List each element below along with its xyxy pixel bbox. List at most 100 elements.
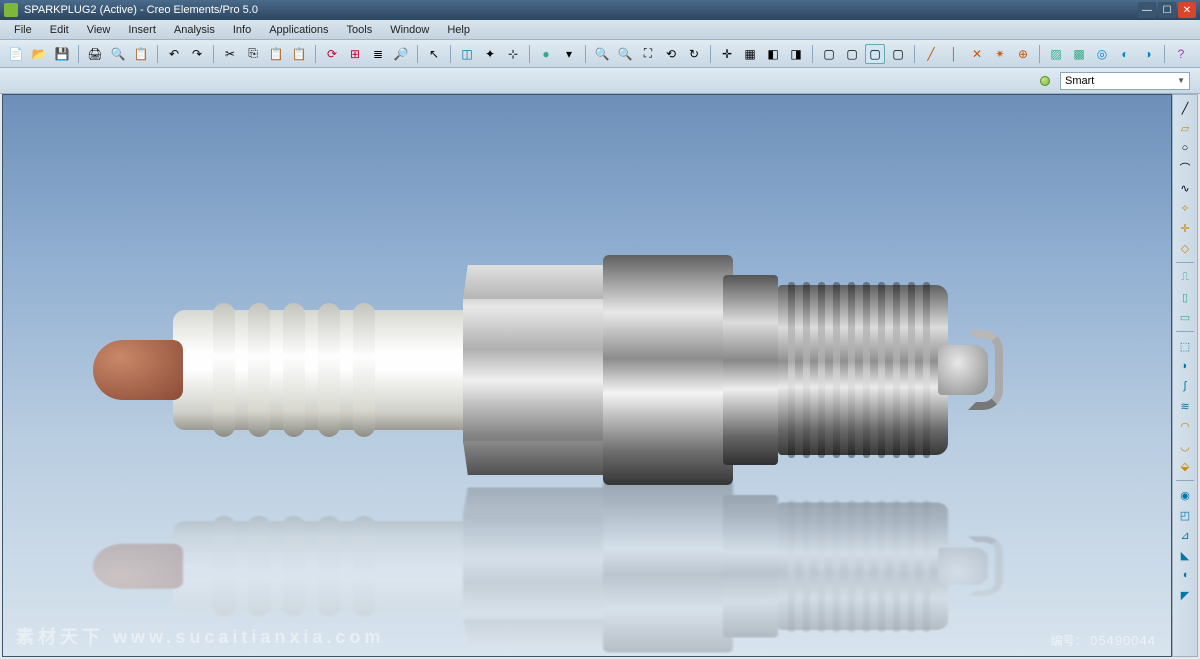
model-viewport[interactable]: [2, 94, 1172, 657]
print-icon[interactable]: 🖨: [85, 44, 105, 64]
model-thread-groove: [893, 282, 900, 458]
open-icon[interactable]: 📂: [29, 44, 49, 64]
axis-disp-icon[interactable]: │: [944, 44, 964, 64]
model-thread-groove: [833, 282, 840, 458]
separator: [1164, 45, 1165, 63]
boundary-icon[interactable]: ⬙: [1175, 457, 1195, 475]
shell-icon[interactable]: ◰: [1175, 506, 1195, 524]
spin-center-icon[interactable]: ✛: [717, 44, 737, 64]
watermark-label: 编号：: [1051, 634, 1087, 648]
offset-edge-icon[interactable]: ⎍: [1175, 268, 1195, 286]
maximize-button[interactable]: ☐: [1158, 2, 1176, 18]
color-appearance-icon[interactable]: ●: [536, 44, 556, 64]
save-view-icon[interactable]: ◨: [786, 44, 806, 64]
plane-icon[interactable]: ◇: [1175, 239, 1195, 257]
zoom-out-icon[interactable]: 🔍: [615, 44, 635, 64]
new-icon[interactable]: 📄: [6, 44, 26, 64]
dropdown-value: Smart: [1065, 75, 1094, 87]
view-refit-icon[interactable]: ◫: [457, 44, 477, 64]
chevron-down-icon: ▼: [1177, 76, 1185, 85]
menu-insert[interactable]: Insert: [120, 22, 164, 38]
revolve-icon[interactable]: ◗: [1175, 357, 1195, 375]
undo-icon[interactable]: ↶: [164, 44, 184, 64]
paste-icon[interactable]: 📋: [266, 44, 286, 64]
style-surf-icon[interactable]: ◡: [1175, 437, 1195, 455]
search-icon[interactable]: 🔎: [391, 44, 411, 64]
datum-planes-icon[interactable]: ✦: [480, 44, 500, 64]
round-icon[interactable]: ◖: [1175, 566, 1195, 584]
menu-view[interactable]: View: [79, 22, 119, 38]
save-icon[interactable]: 💾: [52, 44, 72, 64]
redo-icon[interactable]: ↷: [187, 44, 207, 64]
watermark-right: 编号： 05490044: [1051, 632, 1156, 649]
menu-info[interactable]: Info: [225, 22, 259, 38]
menu-applications[interactable]: Applications: [261, 22, 336, 38]
environment-icon[interactable]: ◐: [1115, 44, 1135, 64]
spline-icon[interactable]: ∿: [1175, 179, 1195, 197]
draft-icon[interactable]: ◣: [1175, 546, 1195, 564]
view-manager-icon[interactable]: ▾: [559, 44, 579, 64]
menu-edit[interactable]: Edit: [42, 22, 77, 38]
coord-sys-icon[interactable]: ✛: [1175, 219, 1195, 237]
render-icon[interactable]: ▨: [1046, 44, 1066, 64]
secondary-bar: Smart ▼: [0, 68, 1200, 94]
page-setup-icon[interactable]: 📋: [131, 44, 151, 64]
window4-icon[interactable]: ▢: [888, 44, 908, 64]
extrude-icon[interactable]: ⬚: [1175, 337, 1195, 355]
print-preview-icon[interactable]: 🔍: [108, 44, 128, 64]
line-icon[interactable]: ╱: [1175, 99, 1195, 117]
separator: [417, 45, 418, 63]
blend-icon[interactable]: ≋: [1175, 397, 1195, 415]
datum-axes-icon[interactable]: ⊹: [503, 44, 523, 64]
style-icon[interactable]: ◧: [763, 44, 783, 64]
rib-icon[interactable]: ⊿: [1175, 526, 1195, 544]
paste-special-icon[interactable]: 📋: [289, 44, 309, 64]
point-disp-icon[interactable]: ✕: [967, 44, 987, 64]
circle-icon[interactable]: ○: [1175, 139, 1195, 157]
model-flange-small: [723, 275, 778, 465]
zoom-in-icon[interactable]: 🔍: [592, 44, 612, 64]
csys-disp-icon[interactable]: ✴: [990, 44, 1010, 64]
selection-filter-dropdown[interactable]: Smart ▼: [1060, 72, 1190, 90]
chamfer-icon[interactable]: ◤: [1175, 586, 1195, 604]
use-edge-icon[interactable]: ▭: [1175, 308, 1195, 326]
regen-icon[interactable]: ⟳: [322, 44, 342, 64]
perspective-icon[interactable]: ◎: [1092, 44, 1112, 64]
arc-icon[interactable]: ⌒: [1175, 159, 1195, 177]
orient-icon[interactable]: ↻: [684, 44, 704, 64]
menu-file[interactable]: File: [6, 22, 40, 38]
point-icon[interactable]: ✧: [1175, 199, 1195, 217]
main-toolbar: 📄 📂 💾 🖨 🔍 📋 ↶ ↷ ✂ ⎘ 📋 📋 ⟳ ⊞ ≣ 🔎 ↖ ◫ ✦ ⊹ …: [0, 40, 1200, 68]
window2-icon[interactable]: ▢: [842, 44, 862, 64]
rectangle-icon[interactable]: ▱: [1175, 119, 1195, 137]
named-views-icon[interactable]: ▦: [740, 44, 760, 64]
layer-icon[interactable]: ≣: [368, 44, 388, 64]
datum-disp-icon[interactable]: ╱: [921, 44, 941, 64]
sweep-icon[interactable]: ∫: [1175, 377, 1195, 395]
separator: [812, 45, 813, 63]
menu-tools[interactable]: Tools: [339, 22, 381, 38]
copy-icon[interactable]: ⎘: [243, 44, 263, 64]
separator: [914, 45, 915, 63]
minimize-button[interactable]: —: [1138, 2, 1156, 18]
close-button[interactable]: ✕: [1178, 2, 1196, 18]
window1-icon[interactable]: ▢: [819, 44, 839, 64]
thicken-icon[interactable]: ▯: [1175, 288, 1195, 306]
repaint-icon[interactable]: ⟲: [661, 44, 681, 64]
window3-icon[interactable]: ▢: [865, 44, 885, 64]
vss-icon[interactable]: ◠: [1175, 417, 1195, 435]
model-tree-icon[interactable]: ⊞: [345, 44, 365, 64]
menu-analysis[interactable]: Analysis: [166, 22, 223, 38]
menu-window[interactable]: Window: [382, 22, 437, 38]
annot-disp-icon[interactable]: ⊕: [1013, 44, 1033, 64]
separator: [315, 45, 316, 63]
hole-icon[interactable]: ◉: [1175, 486, 1195, 504]
select-icon[interactable]: ↖: [424, 44, 444, 64]
help-icon[interactable]: ?: [1171, 44, 1191, 64]
separator: [450, 45, 451, 63]
zoom-fit-icon[interactable]: ⛶: [638, 44, 658, 64]
menu-help[interactable]: Help: [439, 22, 478, 38]
cut-icon[interactable]: ✂: [220, 44, 240, 64]
real-reflect-icon[interactable]: ◑: [1138, 44, 1158, 64]
scene-icon[interactable]: ▩: [1069, 44, 1089, 64]
